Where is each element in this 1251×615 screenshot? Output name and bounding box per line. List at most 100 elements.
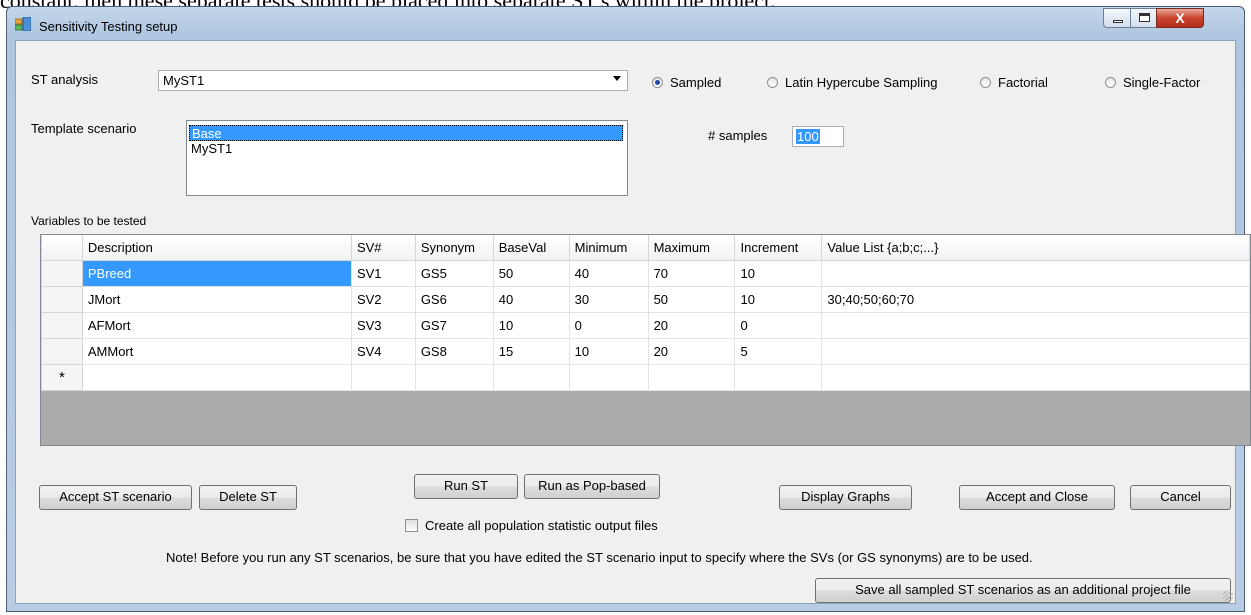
cell-sv[interactable]: SV2	[350, 286, 416, 313]
cell-empty[interactable]	[568, 364, 649, 391]
column-header-maximum[interactable]: Maximum	[647, 235, 736, 261]
cell-description[interactable]: PBreed	[81, 260, 352, 287]
row-header[interactable]	[41, 338, 83, 365]
cell-description[interactable]: AMMort	[81, 338, 352, 365]
column-header-baseval[interactable]: BaseVal	[492, 235, 570, 261]
column-header-value-list[interactable]: Value List {a;b;c;...}	[821, 235, 1250, 261]
display-graphs-button[interactable]: Display Graphs	[779, 485, 912, 510]
variables-label: Variables to be tested	[31, 214, 147, 228]
cell-baseval[interactable]: 15	[492, 338, 570, 365]
cell-maximum[interactable]: 70	[647, 260, 736, 287]
cell-sv[interactable]: SV4	[350, 338, 416, 365]
column-header-sv[interactable]: SV#	[350, 235, 416, 261]
cell-sv[interactable]: SV3	[350, 312, 416, 339]
radio-factorial-label: Factorial	[998, 75, 1048, 90]
st-analysis-label: ST analysis	[31, 72, 98, 87]
cell-value-list[interactable]	[821, 260, 1250, 287]
dropdown-arrow-icon[interactable]	[613, 76, 621, 81]
samples-input[interactable]: 100	[792, 126, 844, 147]
st-analysis-value: MyST1	[163, 73, 205, 88]
run-st-button[interactable]: Run ST	[414, 474, 518, 499]
run-as-pop-based-button[interactable]: Run as Pop-based	[524, 474, 660, 499]
cell-maximum[interactable]: 20	[647, 338, 736, 365]
create-output-files-label: Create all population statistic output f…	[425, 518, 658, 533]
cell-empty[interactable]	[647, 364, 736, 391]
radio-dot[interactable]	[767, 77, 778, 88]
column-header-synonym[interactable]: Synonym	[414, 235, 494, 261]
sensitivity-testing-window: Sensitivity Testing setup X ST analysis …	[6, 6, 1251, 612]
column-header-increment[interactable]: Increment	[734, 235, 823, 261]
row-header[interactable]	[41, 312, 83, 339]
cancel-button[interactable]: Cancel	[1130, 485, 1231, 510]
cell-synonym[interactable]: GS6	[414, 286, 494, 313]
variables-table: Description SV# Synonym BaseVal Minimum …	[41, 235, 1250, 391]
cell-maximum[interactable]: 50	[647, 286, 736, 313]
cell-minimum[interactable]: 30	[568, 286, 649, 313]
table-row: AMMort SV4 GS8 15 10 20 5	[41, 338, 1250, 365]
close-button[interactable]: X	[1156, 8, 1204, 28]
cell-description[interactable]: JMort	[81, 286, 352, 313]
radio-latin-hypercube-label: Latin Hypercube Sampling	[785, 75, 938, 90]
save-all-sampled-button[interactable]: Save all sampled ST scenarios as an addi…	[815, 578, 1231, 603]
list-item-myst1[interactable]: MyST1	[189, 141, 623, 157]
row-header-corner[interactable]	[41, 235, 83, 261]
checkbox-box[interactable]	[405, 519, 418, 532]
st-analysis-combo[interactable]: MyST1	[158, 70, 628, 91]
accept-and-close-button[interactable]: Accept and Close	[959, 485, 1115, 510]
cell-minimum[interactable]: 0	[568, 312, 649, 339]
template-scenario-listbox[interactable]: Base MyST1	[186, 120, 628, 196]
column-header-minimum[interactable]: Minimum	[568, 235, 649, 261]
cell-synonym[interactable]: GS7	[414, 312, 494, 339]
cell-empty[interactable]	[414, 364, 494, 391]
cell-value-list[interactable]: 30;40;50;60;70	[821, 286, 1250, 313]
cell-empty[interactable]	[350, 364, 416, 391]
minimize-icon	[1113, 20, 1123, 23]
cell-baseval[interactable]: 50	[492, 260, 570, 287]
maximize-button[interactable]	[1130, 8, 1157, 28]
cell-maximum[interactable]: 20	[647, 312, 736, 339]
cell-empty[interactable]	[492, 364, 570, 391]
cell-baseval[interactable]: 40	[492, 286, 570, 313]
table-row: PBreed SV1 GS5 50 40 70 10	[41, 260, 1250, 287]
radio-single-factor-label: Single-Factor	[1123, 75, 1201, 90]
cell-minimum[interactable]: 40	[568, 260, 649, 287]
cell-empty[interactable]	[81, 364, 352, 391]
new-row-marker-icon[interactable]: *	[41, 364, 83, 391]
cell-increment[interactable]: 0	[734, 312, 823, 339]
cell-empty[interactable]	[734, 364, 823, 391]
accept-st-scenario-button[interactable]: Accept ST scenario	[39, 485, 192, 510]
cell-increment[interactable]: 5	[734, 338, 823, 365]
cell-minimum[interactable]: 10	[568, 338, 649, 365]
radio-dot[interactable]	[1105, 77, 1116, 88]
cell-value-list[interactable]	[821, 338, 1250, 365]
maximize-icon	[1139, 13, 1150, 22]
column-header-description[interactable]: Description	[81, 235, 352, 261]
cell-increment[interactable]: 10	[734, 260, 823, 287]
variables-grid[interactable]: Description SV# Synonym BaseVal Minimum …	[40, 234, 1251, 446]
minimize-button[interactable]	[1103, 8, 1131, 28]
radio-dot-selected[interactable]	[652, 77, 663, 88]
delete-st-button[interactable]: Delete ST	[199, 485, 297, 510]
form-app-icon	[15, 17, 31, 31]
row-header[interactable]	[41, 286, 83, 313]
cell-empty[interactable]	[821, 364, 1250, 391]
cell-description[interactable]: AFMort	[81, 312, 352, 339]
cell-sv[interactable]: SV1	[350, 260, 416, 287]
cell-value-list[interactable]	[821, 312, 1250, 339]
samples-value: 100	[796, 129, 820, 144]
table-row: JMort SV2 GS6 40 30 50 10 30;40;50;60;70	[41, 286, 1250, 313]
cell-synonym[interactable]: GS8	[414, 338, 494, 365]
note-text: Note! Before you run any ST scenarios, b…	[166, 550, 1033, 565]
cell-baseval[interactable]: 10	[492, 312, 570, 339]
template-scenario-label: Template scenario	[31, 121, 137, 136]
title-bar[interactable]: Sensitivity Testing setup X	[7, 7, 1244, 41]
row-header[interactable]	[41, 260, 83, 287]
table-row: AFMort SV3 GS7 10 0 20 0	[41, 312, 1250, 339]
cell-increment[interactable]: 10	[734, 286, 823, 313]
cell-synonym[interactable]: GS5	[414, 260, 494, 287]
list-item-base[interactable]: Base	[189, 125, 623, 141]
dialog-content: ST analysis MyST1 Sampled Latin Hypercub…	[15, 40, 1251, 604]
resize-grip-icon[interactable]	[1223, 591, 1233, 601]
radio-dot[interactable]	[980, 77, 991, 88]
grid-header-row: Description SV# Synonym BaseVal Minimum …	[41, 235, 1250, 261]
